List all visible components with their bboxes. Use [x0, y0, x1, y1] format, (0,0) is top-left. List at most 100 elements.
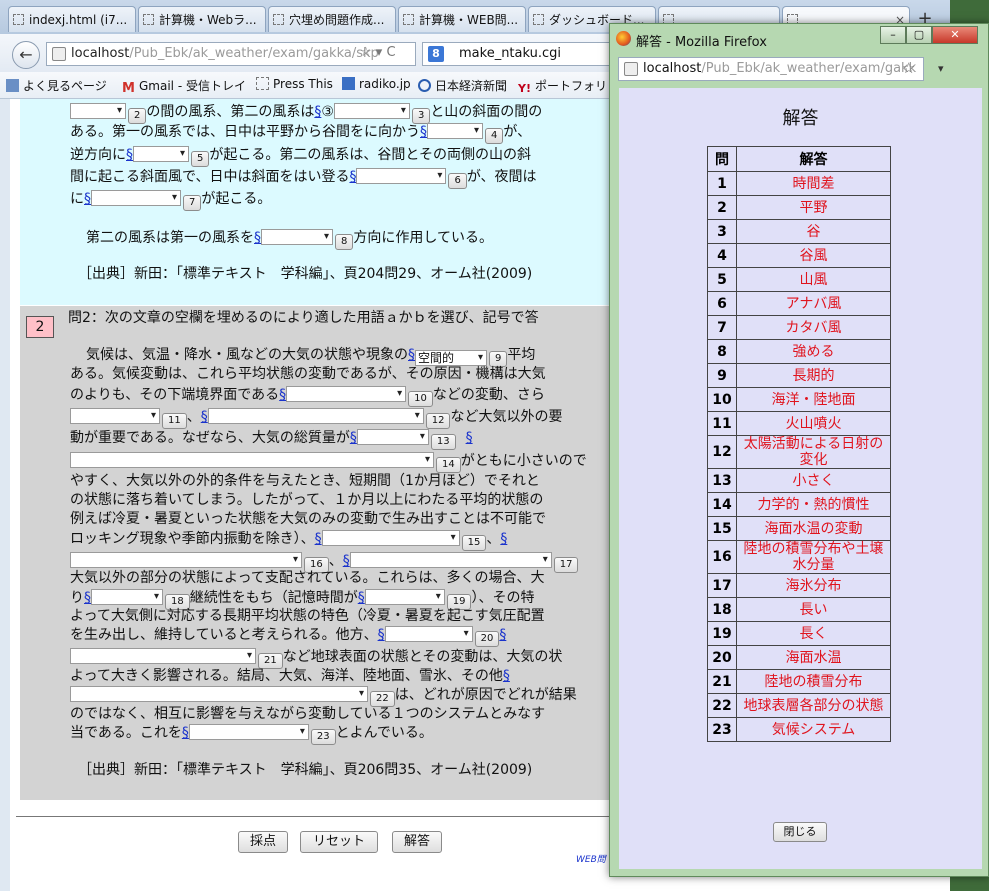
blank-number[interactable]: 17: [553, 557, 579, 573]
bookmark-star-icon[interactable]: ☆ ▾ C: [360, 45, 396, 60]
tab-anaume[interactable]: 穴埋め問題作成...: [268, 6, 396, 32]
section-link[interactable]: §: [254, 230, 261, 246]
table-row: 12 太陽活動による日射の変化: [707, 435, 891, 469]
answer-button[interactable]: 解答: [392, 831, 442, 853]
reset-button[interactable]: リセット: [300, 831, 378, 853]
web-link[interactable]: WEB問: [576, 852, 606, 865]
blank-number[interactable]: 15: [461, 535, 487, 551]
section-link[interactable]: §: [503, 668, 510, 684]
blank-select[interactable]: [91, 190, 181, 206]
table-row: 6 アナバ風: [707, 291, 891, 316]
blank-number[interactable]: 11: [162, 413, 187, 429]
popup-url-bar[interactable]: localhost/Pub_Ebk/ak_weather/exam/gakk: [618, 57, 924, 81]
blank-number[interactable]: 8: [335, 234, 354, 250]
q1-source: ［出典］新田：「標準テキスト 学科編」、頁204問29、オーム社(2009): [78, 266, 533, 282]
back-button[interactable]: ←: [12, 41, 40, 69]
blank-select[interactable]: [349, 552, 552, 568]
question-number-cell: 17: [707, 573, 737, 598]
maximize-button[interactable]: ▢: [906, 26, 932, 44]
section-link[interactable]: §: [182, 725, 189, 741]
tab-indexj[interactable]: indexj.html (i7...: [8, 6, 136, 32]
search-engine-icon[interactable]: 8: [428, 46, 444, 62]
blank-select[interactable]: [207, 408, 424, 424]
blank-number[interactable]: 6: [448, 173, 467, 189]
tab-keisanki-web[interactable]: 計算機・Webラ...: [138, 6, 266, 32]
section-link[interactable]: §: [84, 590, 91, 606]
blank-select[interactable]: [286, 386, 407, 402]
section-link[interactable]: §: [349, 169, 356, 185]
section-link[interactable]: §: [408, 347, 415, 363]
blank-number[interactable]: 13: [430, 434, 456, 450]
bookmark-nikkei[interactable]: 日本経済新聞: [418, 77, 507, 94]
blank-number[interactable]: 12: [425, 413, 451, 429]
q2-line-12: 大気以外の部分の状態によって支配されている。これらは、多くの場合、大: [70, 570, 545, 586]
blank-select[interactable]: [333, 103, 410, 119]
window-close-button[interactable]: ✕: [932, 26, 978, 44]
question-number-cell: 3: [707, 219, 737, 244]
blank-select[interactable]: [70, 103, 126, 119]
answer-table-body: 1 時間差 2 平野 3 谷 4 谷風 5 山風 6 アナバ風 7 カタバ風 8 強める 9 長期的 10 海洋・陸地…: [707, 171, 891, 742]
answer-cell: 海氷分布: [736, 573, 891, 598]
tab-keisanki-webmon[interactable]: 計算機・WEB問...: [398, 6, 526, 32]
blank-select[interactable]: [188, 724, 309, 740]
blank-select[interactable]: [384, 626, 473, 642]
close-popup-button[interactable]: 閉じる: [773, 822, 827, 842]
blank-number[interactable]: 10: [408, 391, 433, 407]
bookmark-portfolio[interactable]: Y! ポートフォリ: [518, 77, 607, 96]
answer-cell: 小さく: [736, 468, 891, 493]
minimize-button[interactable]: –: [880, 26, 906, 44]
blank-select[interactable]: [133, 146, 189, 162]
grade-button[interactable]: 採点: [238, 831, 288, 853]
blank-select[interactable]: [70, 648, 256, 664]
section-link[interactable]: §: [378, 627, 385, 643]
table-row: 18 長い: [707, 597, 891, 622]
site-identity-icon[interactable]: [52, 47, 66, 61]
blank-select[interactable]: [356, 429, 429, 445]
section-link[interactable]: §: [343, 553, 350, 569]
blank-select[interactable]: [70, 686, 368, 702]
blank-number[interactable]: 20: [474, 631, 500, 647]
blank-select[interactable]: [321, 530, 460, 546]
q2-line-14: よって大気側に対応する長期平均状態の特色（冷夏・暑夏を起こす気圧配置: [70, 608, 545, 624]
blank-number[interactable]: 7: [183, 195, 202, 211]
blank-select[interactable]: [364, 589, 445, 605]
section-link[interactable]: §: [358, 590, 365, 606]
bookmark-press-this[interactable]: Press This: [256, 77, 333, 91]
blank-number[interactable]: 5: [191, 151, 210, 167]
q2-line-19: のではなく、相互に影響を与えながら変動している１つのシステムとみなす: [70, 706, 546, 722]
section-link[interactable]: §: [466, 430, 473, 446]
section-link[interactable]: §: [126, 147, 133, 163]
section-link[interactable]: §: [500, 531, 507, 547]
bookmark-star-icon[interactable]: ☆: [902, 59, 915, 77]
blank-number[interactable]: 4: [485, 128, 504, 144]
section-link[interactable]: §: [201, 409, 208, 425]
site-identity-icon[interactable]: [624, 62, 638, 76]
section-link[interactable]: §: [420, 124, 427, 140]
bookmark-gmail[interactable]: M Gmail - 受信トレイ: [122, 77, 246, 96]
blank-select[interactable]: [427, 123, 483, 139]
question-number-cell: 12: [707, 435, 737, 469]
q2-line-3: のよりも、その下端境界面である§10などの変動、さら: [70, 385, 545, 407]
section-link[interactable]: §: [279, 387, 286, 403]
section-link[interactable]: §: [350, 430, 357, 446]
question-number-cell: 23: [707, 717, 737, 742]
question-number-cell: 1: [707, 171, 737, 196]
bookmark-radiko[interactable]: radiko.jp: [342, 77, 411, 91]
q2-line-4: 11、§12など大気以外の要: [70, 407, 562, 429]
blank-select[interactable]: [70, 452, 434, 468]
blank-select[interactable]: [70, 552, 302, 568]
menu-chevron-icon[interactable]: ▾: [938, 62, 944, 75]
section-link[interactable]: §: [315, 531, 322, 547]
blank-select[interactable]: [356, 168, 447, 184]
section-link[interactable]: §: [84, 191, 91, 207]
search-bar[interactable]: make_ntaku.cgi: [422, 42, 622, 66]
blank-number[interactable]: 23: [310, 729, 336, 745]
blank-select[interactable]: [70, 408, 160, 424]
blank-select[interactable]: [261, 229, 333, 245]
question-number-cell: 15: [707, 516, 737, 541]
answer-cell: 火山噴火: [736, 411, 891, 436]
section-link[interactable]: §: [499, 627, 506, 643]
bookmark-most-visited[interactable]: よく見るページ: [6, 77, 107, 94]
answer-cell: 長く: [736, 621, 891, 646]
blank-select[interactable]: [91, 589, 163, 605]
